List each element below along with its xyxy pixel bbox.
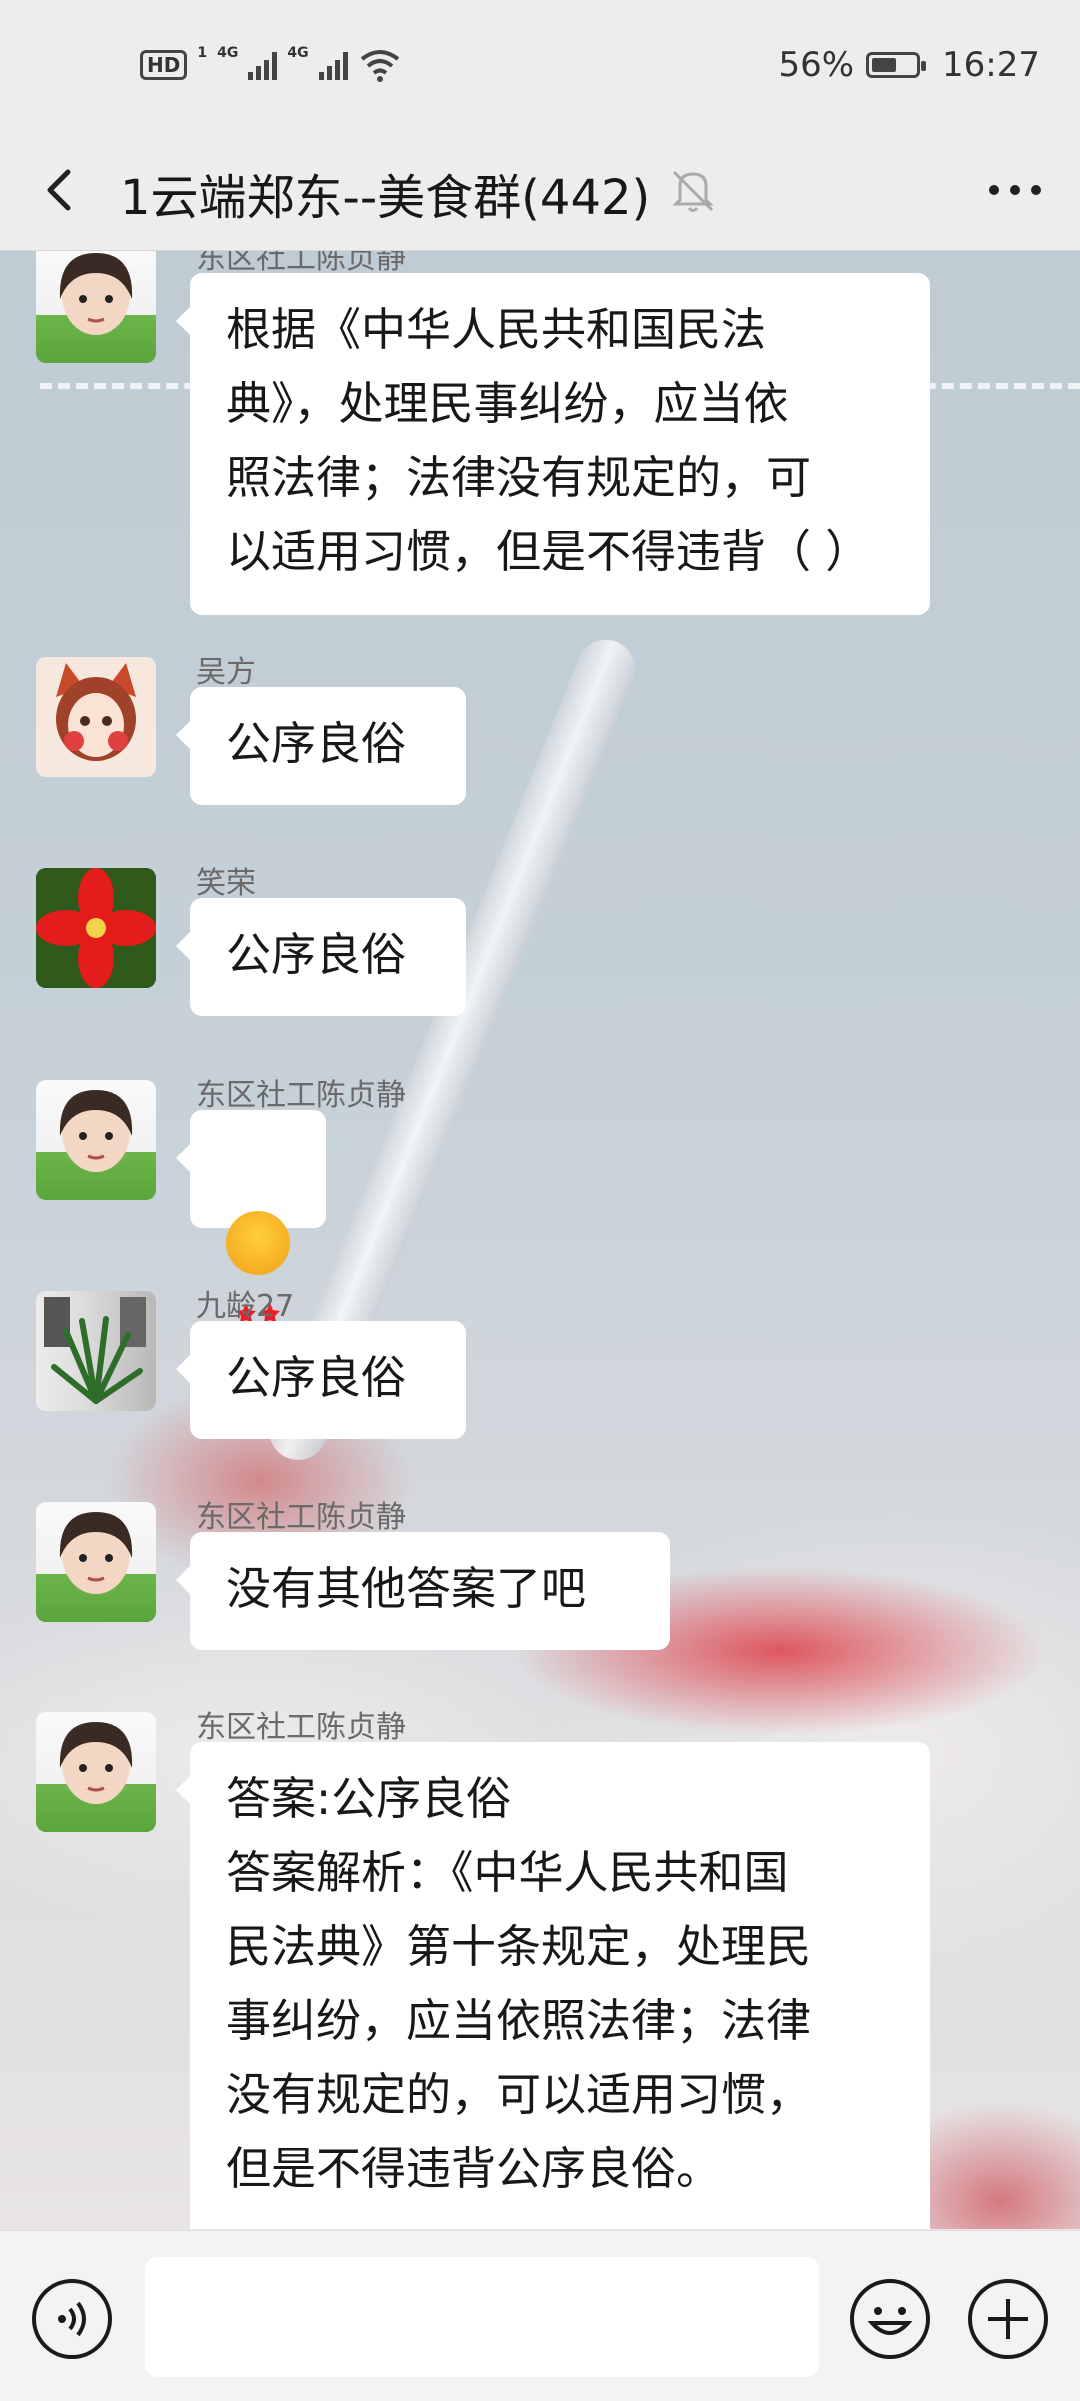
avatar-portrait [59,1512,133,1594]
mute-bell-icon [672,170,714,212]
message-bubble[interactable]: 公序良俗 [176,687,466,805]
avatar[interactable] [36,1080,156,1200]
sender-name: 东区社工陈贞静 [196,1710,406,1745]
message-bubble[interactable]: 没有其他答案了吧 [176,1532,670,1650]
status-bar: HD 1 4G 4G 56% 16:27 [0,0,1080,130]
avatar-portrait [56,663,136,761]
message-bubble[interactable]: 答案:公序良俗 答案解析：《中华人民共和国 民法典》第十条规定，处理民 事纠纷，… [176,1742,930,2229]
chat-title: 1云端郑东--美食群(442) [120,170,651,226]
hd-badge: HD [140,50,188,80]
message-bubble[interactable] [176,1110,326,1341]
sender-name: 东区社工陈贞静 [196,1078,406,1113]
avatar-portrait [59,1090,133,1172]
sender-name: 东区社工陈贞静 [196,1500,406,1535]
more-icon[interactable] [980,160,1050,220]
wifi-icon [360,50,399,82]
sender-name: 九龄27 [196,1289,295,1324]
chat-area[interactable]: 东区社工陈贞静 根据《中华人民共和国民法 典》，处理民事纠纷，应当依 照法律；法… [0,251,1080,2229]
signal-icon [248,50,278,80]
avatar-portrait [44,1297,146,1404]
avatar[interactable] [36,1502,156,1622]
status-left: HD 1 4G 4G [140,40,402,90]
message-bubble[interactable]: 公序良俗 [176,898,466,1016]
battery-icon [866,52,927,78]
sim-indicator: 1 [197,45,208,61]
back-icon[interactable] [30,160,90,220]
clock: 16:27 [942,45,1040,85]
network-type-2: 4G [287,45,309,61]
battery-percent: 56% [778,45,855,85]
chat-header: 1云端郑东--美食群(442) [0,130,1080,251]
input-bar [0,2230,1080,2401]
sender-name: 吴方 [196,655,256,690]
avatar[interactable] [36,251,156,363]
message-bubble[interactable]: 公序良俗 [176,1321,466,1439]
emoji-icon[interactable] [848,2277,932,2361]
avatar[interactable] [36,657,156,777]
avatar[interactable] [36,1712,156,1832]
avatar[interactable] [36,868,156,988]
network-type-1: 4G [217,45,239,61]
avatar-portrait [59,253,133,335]
sender-name: 笑荣 [196,866,256,901]
voice-icon[interactable] [30,2277,114,2361]
avatar-portrait [36,868,156,988]
avatar-portrait [59,1722,133,1804]
message-input[interactable] [145,2257,819,2377]
plus-icon[interactable] [966,2277,1050,2361]
status-right: 56% 16:27 [778,40,1040,90]
message-bubble[interactable]: 根据《中华人民共和国民法 典》，处理民事纠纷，应当依 照法律；法律没有规定的，可… [176,273,930,615]
avatar[interactable] [36,1291,156,1411]
star-struck-emoji-icon [226,1211,290,1341]
signal-icon [318,50,348,80]
